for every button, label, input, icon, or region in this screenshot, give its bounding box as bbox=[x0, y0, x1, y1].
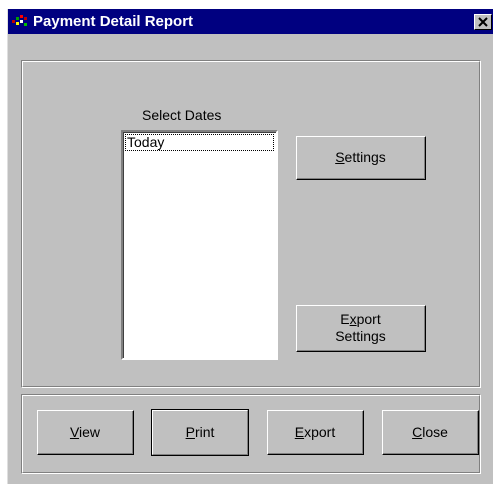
select-dates-label: Select Dates bbox=[142, 107, 222, 123]
print-button-label: Print bbox=[185, 424, 215, 440]
settings-button-label: Settings bbox=[335, 149, 386, 165]
print-button[interactable]: Print bbox=[151, 409, 249, 456]
close-icon bbox=[478, 17, 488, 27]
window-close-button[interactable] bbox=[474, 14, 492, 30]
export-settings-button[interactable]: Export Settings bbox=[296, 305, 426, 352]
list-item[interactable]: Today bbox=[125, 134, 274, 151]
app-report-icon bbox=[12, 14, 28, 28]
close-button[interactable]: Close bbox=[382, 410, 479, 455]
window-title: Payment Detail Report bbox=[33, 13, 194, 30]
close-button-label: Close bbox=[412, 423, 448, 440]
export-settings-line1: Export bbox=[340, 311, 381, 327]
view-button[interactable]: View bbox=[37, 410, 134, 455]
export-button[interactable]: Export bbox=[267, 410, 364, 455]
dates-listbox[interactable]: Today bbox=[121, 130, 278, 360]
export-settings-line2: Settings bbox=[335, 328, 386, 344]
view-button-label: View bbox=[69, 423, 101, 440]
settings-button[interactable]: Settings bbox=[296, 136, 426, 180]
payment-detail-report-window: Payment Detail Report Select Dates Today… bbox=[7, 9, 493, 484]
title-bar[interactable]: Payment Detail Report bbox=[8, 9, 493, 34]
export-button-label: Export bbox=[294, 423, 336, 440]
